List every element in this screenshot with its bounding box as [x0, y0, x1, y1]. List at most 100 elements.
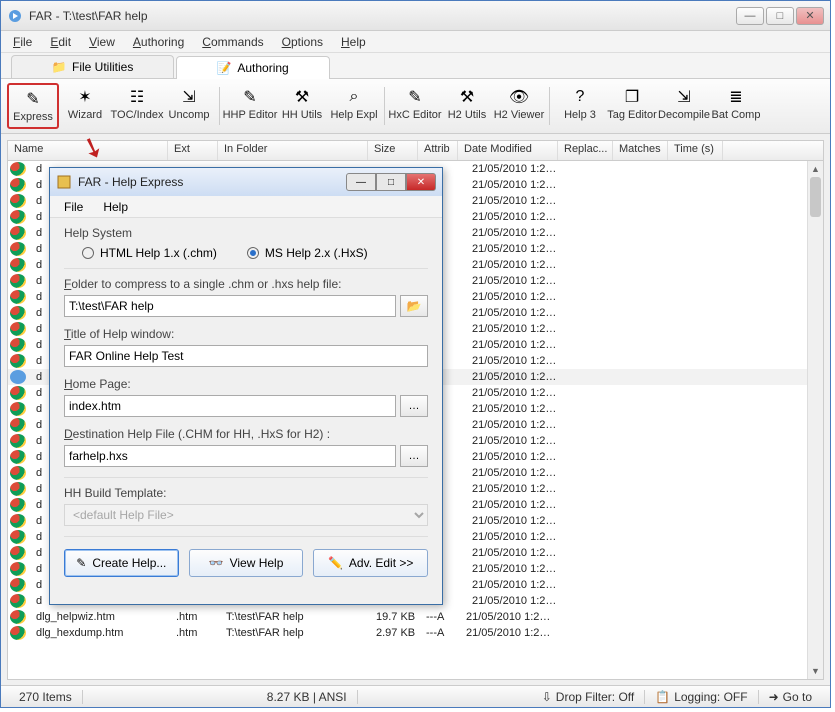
folder-input[interactable] [64, 295, 396, 317]
tool-help-3[interactable]: ?Help 3 [554, 83, 606, 129]
cell-date: 21/05/2010 1:2… [466, 419, 566, 431]
create-help-button[interactable]: ✎ Create Help... [64, 549, 179, 577]
tool-toc-index[interactable]: ☷TOC/Index [111, 83, 163, 129]
cell-folder: T:\test\FAR help [220, 627, 370, 639]
dialog-menu-file[interactable]: File [54, 198, 93, 216]
tool-label: TOC/Index [111, 109, 164, 121]
column-header[interactable]: Time (s) [668, 141, 723, 160]
radio-ms-help-2[interactable]: MS Help 2.x (.HxS) [247, 246, 368, 260]
file-icon [10, 386, 26, 400]
tab-file-utilities[interactable]: 📁 File Utilities [11, 55, 174, 78]
toolbar: ✎Express✶Wizard☷TOC/Index ⇲ Uncomp ✎HHP Edi… [1, 79, 830, 134]
file-icon [10, 162, 26, 176]
browse-folder-button[interactable]: 📂 [400, 295, 428, 317]
cell-date: 21/05/2010 1:2… [466, 579, 566, 591]
cell-size: 2.97 KB [370, 627, 420, 639]
menu-edit[interactable]: Edit [42, 33, 79, 51]
status-goto[interactable]: ➜ Go to [759, 690, 822, 704]
cell-date: 21/05/2010 1:2… [466, 451, 566, 463]
cell-date: 21/05/2010 1:2… [466, 371, 566, 383]
tool-icon: ⇲ [674, 87, 694, 107]
column-header[interactable]: Name [8, 141, 168, 160]
radio-html-help-1[interactable]: HTML Help 1.x (.chm) [82, 246, 217, 260]
browse-dest-button[interactable]: … [400, 445, 428, 467]
tool-icon: ≣ [726, 87, 746, 107]
tool-help-expl[interactable]: ⌕ Help Expl [328, 83, 380, 129]
column-header[interactable]: In Folder [218, 141, 368, 160]
tool-bat-comp[interactable]: ≣Bat Comp [710, 83, 762, 129]
dialog-menu-help[interactable]: Help [93, 198, 138, 216]
file-icon [10, 290, 26, 304]
column-header[interactable]: Ext [168, 141, 218, 160]
scroll-down-icon[interactable]: ▼ [808, 663, 823, 679]
tool-icon: ⌕ [344, 87, 364, 107]
scrollbar[interactable]: ▲ ▼ [807, 161, 823, 679]
dest-input[interactable] [64, 445, 396, 467]
tool-label: HHP Editor [223, 109, 278, 121]
menu-view[interactable]: View [81, 33, 123, 51]
cell-date: 21/05/2010 1:2… [466, 179, 566, 191]
tool-icon: ⚒ [457, 87, 477, 107]
tool-hh-utils[interactable]: ⚒HH Utils [276, 83, 328, 129]
file-icon [10, 546, 26, 560]
close-button[interactable]: ✕ [796, 7, 824, 25]
view-help-button[interactable]: 👓 View Help [189, 549, 304, 577]
tool-h2-utils[interactable]: ⚒H2 Utils [441, 83, 493, 129]
button-label: Adv. Edit >> [349, 556, 413, 570]
menu-options[interactable]: Options [274, 33, 331, 51]
button-label: Create Help... [92, 556, 166, 570]
tool-hhp-editor[interactable]: ✎HHP Editor [224, 83, 276, 129]
file-icon [10, 530, 26, 544]
tool-wizard[interactable]: ✶Wizard [59, 83, 111, 129]
wand-icon: ✎ [76, 556, 86, 570]
status-drop-filter[interactable]: ⇩ Drop Filter: Off [532, 690, 646, 704]
browse-home-button[interactable]: … [400, 395, 428, 417]
radio-label: HTML Help 1.x (.chm) [100, 246, 217, 260]
adv-edit-button[interactable]: ✏️ Adv. Edit >> [313, 549, 428, 577]
column-header[interactable]: Attrib [418, 141, 458, 160]
tool-h2-viewer[interactable]: 👁H2 Viewer [493, 83, 545, 129]
goto-icon: ➜ [769, 690, 779, 704]
tool-label: Tag Editor [607, 109, 657, 121]
menu-help[interactable]: Help [333, 33, 374, 51]
title-input[interactable] [64, 345, 428, 367]
home-input[interactable] [64, 395, 396, 417]
tool-label: Help Expl [330, 109, 377, 121]
tool-icon: ⇲ [179, 87, 199, 107]
scroll-thumb[interactable] [810, 177, 821, 217]
file-icon [10, 578, 26, 592]
menu-file[interactable]: File [5, 33, 40, 51]
column-header[interactable]: Date Modified [458, 141, 558, 160]
status-items: 270 Items [9, 690, 83, 704]
tab-authoring[interactable]: 📝 Authoring [176, 56, 329, 79]
dialog-maximize-button[interactable]: □ [376, 173, 406, 191]
radio-icon [82, 247, 94, 259]
menu-commands[interactable]: Commands [194, 33, 271, 51]
cell-date: 21/05/2010 1:2… [466, 387, 566, 399]
tool-label: Uncomp [169, 109, 210, 121]
dialog-minimize-button[interactable]: — [346, 173, 376, 191]
tool-hxc-editor[interactable]: ✎HxC Editor [389, 83, 441, 129]
maximize-button[interactable]: □ [766, 7, 794, 25]
file-icon [10, 498, 26, 512]
cell-date: 21/05/2010 1:2… [466, 563, 566, 575]
column-header[interactable]: Replac... [558, 141, 613, 160]
minimize-button[interactable]: — [736, 7, 764, 25]
tool-tag-editor[interactable]: ❐Tag Editor [606, 83, 658, 129]
cell-size: 19.7 KB [370, 611, 420, 623]
status-logging[interactable]: 📋 Logging: OFF [645, 690, 758, 704]
file-icon [10, 194, 26, 208]
column-header[interactable]: Matches [613, 141, 668, 160]
template-select: <default Help File> [64, 504, 428, 526]
table-row[interactable]: dlg_helpwiz.htm.htmT:\test\FAR help19.7 … [8, 609, 823, 625]
table-row[interactable]: dlg_hexdump.htm.htmT:\test\FAR help2.97 … [8, 625, 823, 641]
home-label: Home Page: [64, 377, 428, 391]
tool-express[interactable]: ✎Express [7, 83, 59, 129]
scroll-up-icon[interactable]: ▲ [808, 161, 823, 177]
column-header[interactable]: Size [368, 141, 418, 160]
menu-authoring[interactable]: Authoring [125, 33, 192, 51]
tool-decompile[interactable]: ⇲Decompile [658, 83, 710, 129]
cell-folder: T:\test\FAR help [220, 611, 370, 623]
tool-uncomp[interactable]: ⇲ Uncomp [163, 83, 215, 129]
dialog-close-button[interactable]: ✕ [406, 173, 436, 191]
